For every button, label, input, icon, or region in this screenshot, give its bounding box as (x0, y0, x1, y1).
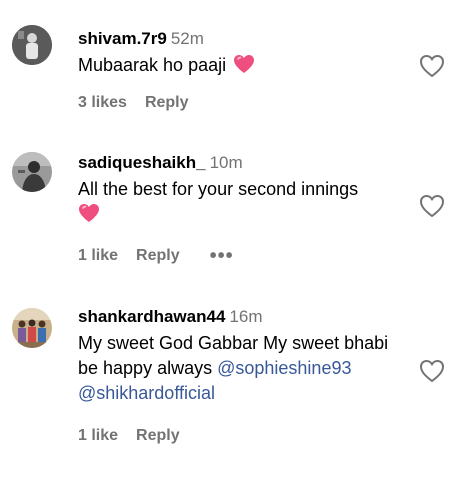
mention-link[interactable]: @sophieshine93 (217, 358, 351, 378)
comment-text: Mubaarak ho paaji (78, 53, 413, 81)
avatar[interactable] (12, 308, 52, 348)
avatar[interactable] (12, 152, 52, 192)
like-button[interactable] (418, 193, 446, 219)
likes-count[interactable]: 1 like (78, 425, 118, 447)
comment-time: 10m (209, 153, 243, 172)
heart-outline-icon (419, 54, 445, 78)
reply-button[interactable]: Reply (136, 245, 180, 267)
username[interactable]: shivam.7r9 (78, 29, 167, 48)
like-button[interactable] (418, 53, 446, 79)
pink-heart-emoji-icon (78, 203, 100, 230)
likes-count[interactable]: 1 like (78, 245, 118, 267)
comment-text: My sweet God Gabbar My sweet bhabi be ha… (78, 333, 389, 403)
username[interactable]: shankardhawan44 (78, 307, 225, 326)
comment-text: All the best for your second innings (78, 177, 413, 230)
username[interactable]: sadiqueshaikh_ (78, 153, 206, 172)
mention-link[interactable]: @shikhardofficial (78, 383, 215, 403)
likes-count[interactable]: 3 likes (78, 92, 127, 114)
like-button[interactable] (418, 358, 446, 384)
reply-button[interactable]: Reply (145, 92, 189, 114)
more-options-icon[interactable]: ••• (210, 245, 234, 267)
heart-outline-icon (419, 194, 445, 218)
reply-button[interactable]: Reply (136, 425, 180, 447)
avatar[interactable] (12, 25, 52, 65)
comment-time: 16m (229, 307, 263, 326)
heart-outline-icon (419, 359, 445, 383)
pink-heart-emoji-icon (233, 54, 255, 81)
comment-time: 52m (170, 29, 204, 48)
